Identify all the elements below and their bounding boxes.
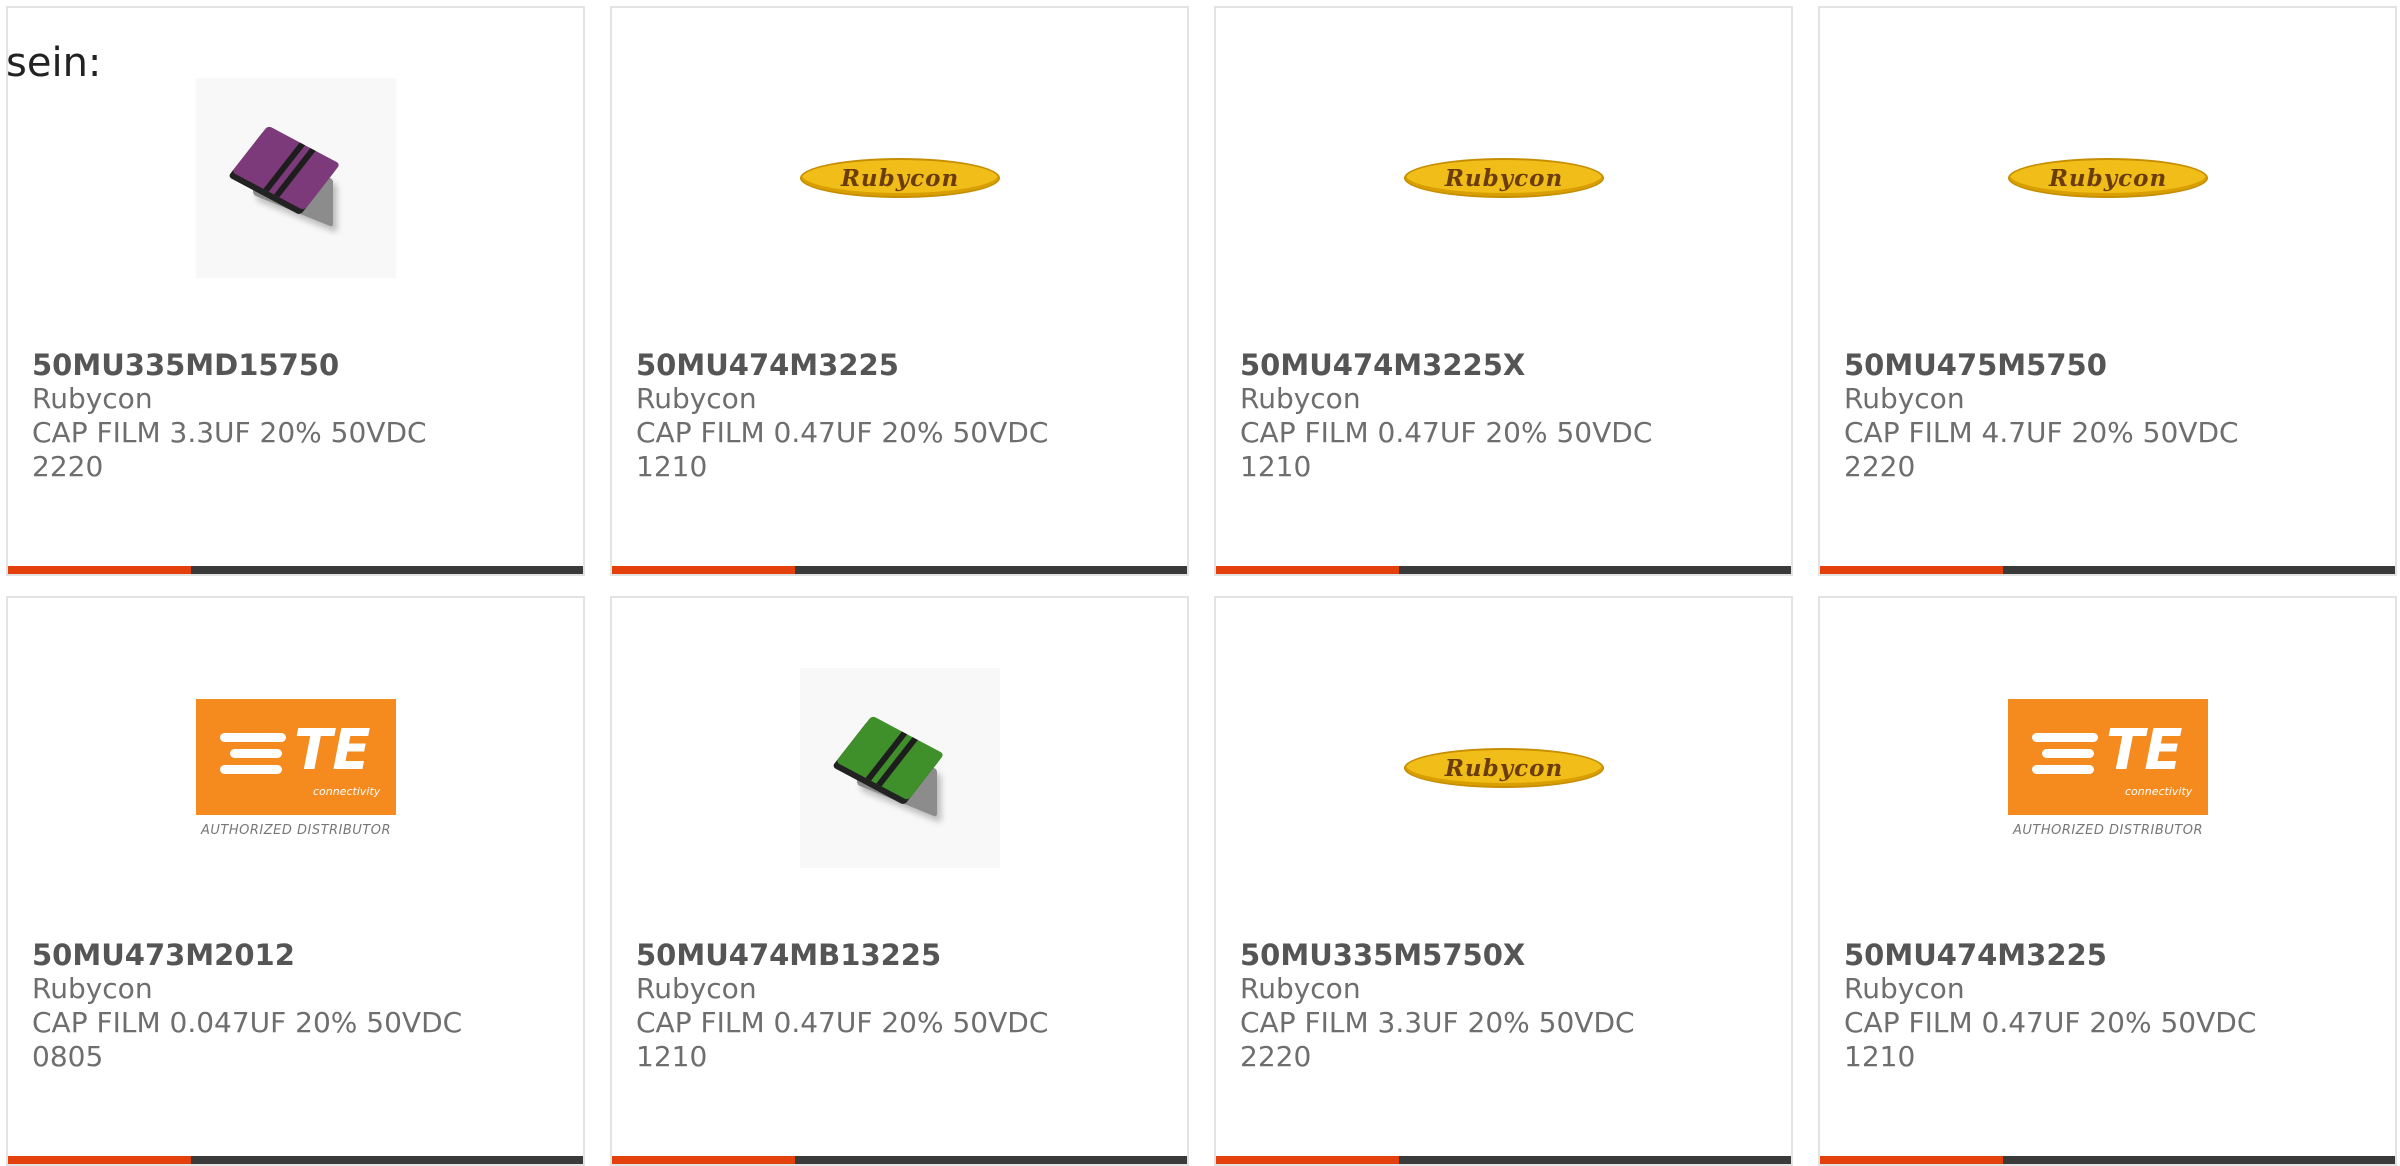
part-number[interactable]: 50MU335MD15750 — [32, 348, 427, 382]
capacitor-chip-image — [196, 78, 396, 278]
product-info: 50MU474M3225 Rubycon CAP FILM 0.47UF 20%… — [1844, 938, 2256, 1074]
part-number[interactable]: 50MU474MB13225 — [636, 938, 1048, 972]
manufacturer: Rubycon — [1844, 972, 1965, 1005]
manufacturer: Rubycon — [1240, 972, 1361, 1005]
product-image[interactable]: Rubycon — [800, 78, 1000, 278]
part-number[interactable]: 50MU335M5750X — [1240, 938, 1635, 972]
part-number[interactable]: 50MU475M5750 — [1844, 348, 2239, 382]
description: CAP FILM 0.47UF 20% 50VDC — [636, 416, 1049, 449]
rubycon-logo: Rubycon — [1404, 158, 1604, 198]
te-connectivity-logo: TE connectivity AUTHORIZED DISTRIBUTOR — [2008, 698, 2208, 838]
manufacturer: Rubycon — [636, 382, 757, 415]
manufacturer: Rubycon — [636, 972, 757, 1005]
rubycon-logo: Rubycon — [800, 158, 1000, 198]
product-info: 50MU473M2012 Rubycon CAP FILM 0.047UF 20… — [32, 938, 462, 1074]
manufacturer: Rubycon — [32, 382, 153, 415]
product-card[interactable]: Rubycon 50MU475M5750 Rubycon CAP FILM 4.… — [1818, 6, 2397, 576]
product-card[interactable]: Rubycon 50MU474M3225 Rubycon CAP FILM 0.… — [610, 6, 1189, 576]
card-footer-bar — [1820, 566, 2395, 574]
part-number[interactable]: 50MU474M3225 — [636, 348, 1048, 382]
product-image[interactable] — [196, 78, 396, 278]
manufacturer: Rubycon — [1844, 382, 1965, 415]
product-info: 50MU335M5750X Rubycon CAP FILM 3.3UF 20%… — [1240, 938, 1635, 1074]
rubycon-logo: Rubycon — [2008, 158, 2208, 198]
package-size: 1210 — [636, 450, 708, 483]
package-size: 2220 — [1240, 1040, 1312, 1073]
intro-text: sein: — [6, 40, 102, 86]
product-image[interactable]: TE connectivity AUTHORIZED DISTRIBUTOR — [196, 668, 396, 868]
product-card[interactable]: 50MU335MD15750 Rubycon CAP FILM 3.3UF 20… — [6, 6, 585, 576]
product-image[interactable]: Rubycon — [2008, 78, 2208, 278]
card-footer-bar — [1216, 1156, 1791, 1164]
description: CAP FILM 3.3UF 20% 50VDC — [32, 416, 427, 449]
product-image[interactable]: Rubycon — [1404, 668, 1604, 868]
manufacturer: Rubycon — [32, 972, 153, 1005]
product-image[interactable]: Rubycon — [1404, 78, 1604, 278]
card-footer-bar — [1820, 1156, 2395, 1164]
product-card[interactable]: TE connectivity AUTHORIZED DISTRIBUTOR 5… — [1818, 596, 2397, 1166]
part-number[interactable]: 50MU474M3225 — [1844, 938, 2256, 972]
part-number[interactable]: 50MU474M3225X — [1240, 348, 1652, 382]
product-image[interactable]: TE connectivity AUTHORIZED DISTRIBUTOR — [2008, 668, 2208, 868]
description: CAP FILM 3.3UF 20% 50VDC — [1240, 1006, 1635, 1039]
package-size: 1210 — [1240, 450, 1312, 483]
product-grid: 50MU335MD15750 Rubycon CAP FILM 3.3UF 20… — [6, 6, 2397, 1166]
description: CAP FILM 0.47UF 20% 50VDC — [636, 1006, 1049, 1039]
product-image[interactable] — [800, 668, 1000, 868]
card-footer-bar — [612, 1156, 1187, 1164]
product-info: 50MU475M5750 Rubycon CAP FILM 4.7UF 20% … — [1844, 348, 2239, 484]
product-info: 50MU474M3225 Rubycon CAP FILM 0.47UF 20%… — [636, 348, 1048, 484]
description: CAP FILM 0.47UF 20% 50VDC — [1844, 1006, 2257, 1039]
product-card[interactable]: 50MU474MB13225 Rubycon CAP FILM 0.47UF 2… — [610, 596, 1189, 1166]
product-card[interactable]: Rubycon 50MU474M3225X Rubycon CAP FILM 0… — [1214, 6, 1793, 576]
card-footer-bar — [8, 1156, 583, 1164]
te-connectivity-logo: TE connectivity AUTHORIZED DISTRIBUTOR — [196, 698, 396, 838]
package-size: 1210 — [636, 1040, 708, 1073]
package-size: 2220 — [32, 450, 104, 483]
product-info: 50MU474M3225X Rubycon CAP FILM 0.47UF 20… — [1240, 348, 1652, 484]
rubycon-logo: Rubycon — [1404, 748, 1604, 788]
capacitor-chip-image — [800, 668, 1000, 868]
product-card[interactable]: Rubycon 50MU335M5750X Rubycon CAP FILM 3… — [1214, 596, 1793, 1166]
part-number[interactable]: 50MU473M2012 — [32, 938, 462, 972]
package-size: 1210 — [1844, 1040, 1916, 1073]
product-card[interactable]: TE connectivity AUTHORIZED DISTRIBUTOR 5… — [6, 596, 585, 1166]
product-info: 50MU335MD15750 Rubycon CAP FILM 3.3UF 20… — [32, 348, 427, 484]
card-footer-bar — [1216, 566, 1791, 574]
description: CAP FILM 0.47UF 20% 50VDC — [1240, 416, 1653, 449]
card-footer-bar — [8, 566, 583, 574]
card-footer-bar — [612, 566, 1187, 574]
description: CAP FILM 4.7UF 20% 50VDC — [1844, 416, 2239, 449]
package-size: 0805 — [32, 1040, 104, 1073]
product-info: 50MU474MB13225 Rubycon CAP FILM 0.47UF 2… — [636, 938, 1048, 1074]
manufacturer: Rubycon — [1240, 382, 1361, 415]
package-size: 2220 — [1844, 450, 1916, 483]
description: CAP FILM 0.047UF 20% 50VDC — [32, 1006, 463, 1039]
